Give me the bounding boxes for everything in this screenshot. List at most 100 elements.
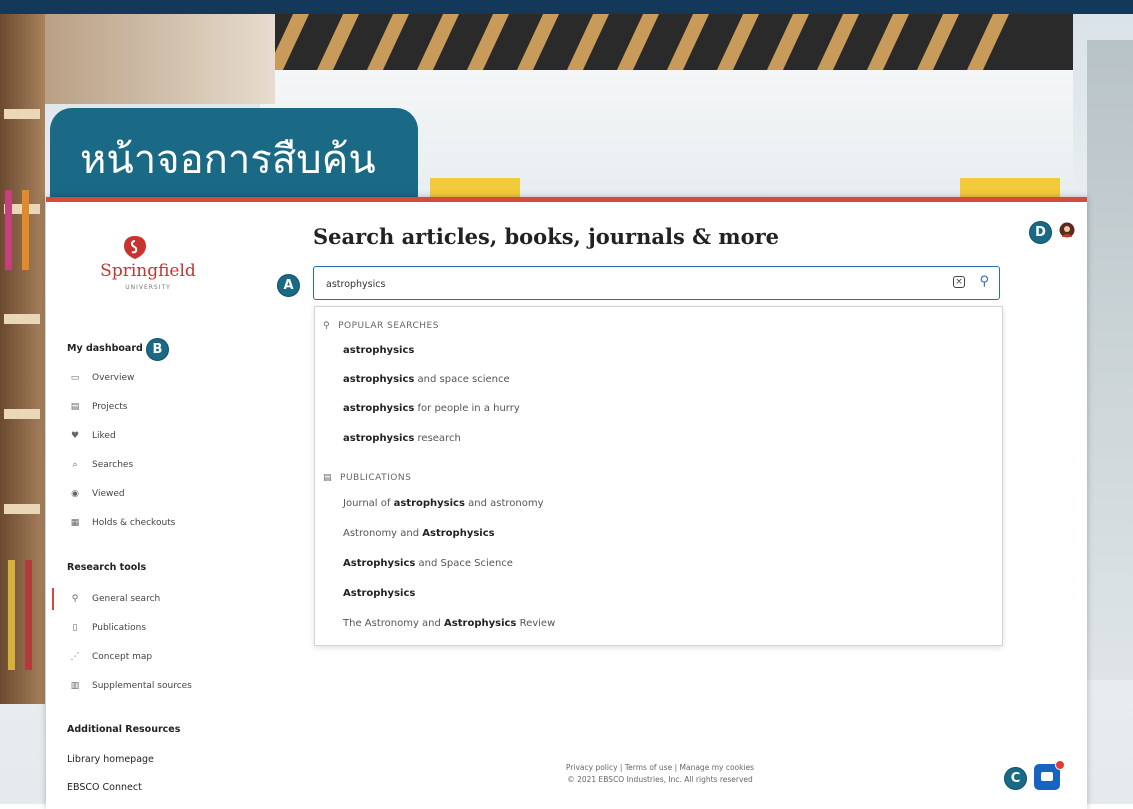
sidebar-item-label: Liked [92, 431, 116, 441]
projects-icon: ▤ [70, 402, 80, 412]
research-tools-heading: Research tools [67, 562, 147, 573]
library-homepage-link[interactable]: Library homepage [67, 754, 154, 765]
sidebar-item-label: Publications [92, 623, 147, 633]
concept-map-icon: ⋰ [70, 652, 80, 662]
bookshelf-top [45, 14, 275, 104]
sidebar-item-label: General search [92, 594, 161, 604]
sidebar-item-label: Searches [92, 460, 134, 470]
window-glass [1087, 40, 1133, 680]
clear-icon[interactable]: × [953, 276, 965, 288]
dashboard-heading: My dashboard [67, 343, 143, 354]
sidebar-item-searches[interactable]: ⌕ Searches [52, 454, 242, 476]
publication-item[interactable]: Astrophysics [343, 588, 415, 599]
sidebar-item-supplemental[interactable]: ▥ Supplemental sources [52, 675, 242, 697]
publications-icon: ▤ [323, 473, 333, 483]
section-label: PUBLICATIONS [340, 473, 412, 483]
popular-searches-heading: ⚲ POPULAR SEARCHES [323, 321, 439, 331]
suggestion-item[interactable]: astrophysics and space science [343, 374, 510, 385]
holds-icon: ▦ [70, 518, 80, 528]
sidebar-item-projects[interactable]: ▤ Projects [52, 396, 242, 418]
publication-match: Astrophysics [444, 618, 517, 629]
university-crest-icon [124, 236, 146, 259]
publication-pre: The Astronomy and [343, 618, 445, 629]
searches-icon: ⌕ [72, 460, 78, 470]
cookies-link[interactable]: Manage my cookies [680, 763, 755, 772]
sidebar-item-label: Concept map [92, 652, 153, 662]
suggestion-match: astrophysics [343, 433, 415, 444]
suggestion-item[interactable]: astrophysics research [343, 433, 461, 444]
suggestion-item[interactable]: astrophysics for people in a hurry [343, 403, 520, 414]
bookshelf-left [0, 14, 45, 704]
notification-dot [1055, 760, 1065, 770]
publication-item[interactable]: Journal of astrophysics and astronomy [343, 498, 544, 509]
supplemental-icon: ▥ [70, 681, 80, 691]
callout-badge-b: B [146, 338, 169, 361]
callout-badge-a: A [277, 274, 300, 297]
callout-badge-d: D [1029, 221, 1052, 244]
publication-item[interactable]: Astrophysics and Space Science [343, 558, 513, 569]
search-icon: ⚲ [71, 594, 79, 604]
search-input[interactable] [324, 273, 888, 295]
sidebar-item-liked[interactable]: ♥ Liked [52, 425, 242, 447]
publication-pre: Journal of [343, 498, 394, 509]
section-label: POPULAR SEARCHES [338, 321, 439, 331]
book-spines [25, 560, 32, 670]
footer-links: Privacy policy | Terms of use | Manage m… [500, 762, 820, 774]
search-bar: × ⚲ [313, 266, 1000, 300]
sidebar-item-holds[interactable]: ▦ Holds & checkouts [52, 512, 242, 534]
terms-link[interactable]: Terms of use [625, 763, 672, 772]
publications-icon: ▯ [72, 623, 78, 633]
sidebar-item-publications[interactable]: ▯ Publications [52, 617, 242, 639]
search-icon[interactable]: ⚲ [979, 274, 989, 289]
publication-rest: and astronomy [464, 498, 544, 509]
publications-heading: ▤ PUBLICATIONS [323, 473, 411, 483]
publication-match: Astrophysics [422, 528, 495, 539]
page-heading: หน้าจอการสืบค้น [80, 137, 376, 183]
sidebar-item-overview[interactable]: ▭ Overview [52, 367, 242, 389]
ebsco-connect-link[interactable]: EBSCO Connect [67, 782, 142, 793]
additional-resources-heading: Additional Resources [67, 724, 181, 735]
publication-match: Astrophysics [343, 558, 416, 569]
book-spines [22, 190, 29, 270]
suggestion-rest: for people in a hurry [414, 403, 520, 414]
sidebar-item-label: Holds & checkouts [92, 518, 176, 528]
footer-separator: | [674, 763, 678, 772]
privacy-link[interactable]: Privacy policy [566, 763, 618, 772]
publication-rest: and Space Science [415, 558, 513, 569]
suggestion-match: astrophysics [343, 374, 415, 385]
footer-separator: | [619, 763, 623, 772]
callout-badge-c: C [1004, 767, 1027, 790]
sidebar-item-label: Supplemental sources [92, 681, 192, 691]
user-avatar-icon[interactable] [1059, 222, 1075, 238]
search-suggestions-dropdown: ⚲ POPULAR SEARCHES astrophysics astrophy… [314, 306, 1003, 646]
overview-icon: ▭ [70, 373, 80, 383]
publication-item[interactable]: Astronomy and Astrophysics [343, 528, 495, 539]
page-title: Search articles, books, journals & more [313, 224, 780, 249]
publication-item[interactable]: The Astronomy and Astrophysics Review [343, 618, 555, 629]
sidebar-item-label: Projects [92, 402, 128, 412]
publication-pre: Astronomy and [343, 528, 423, 539]
sidebar-item-concept-map[interactable]: ⋰ Concept map [52, 646, 242, 668]
book-spines [8, 560, 15, 670]
search-icon: ⚲ [323, 321, 331, 331]
top-banner [0, 0, 1133, 14]
sidebar-item-label: Viewed [92, 489, 125, 499]
ceiling-slats [210, 14, 1073, 70]
suggestion-item[interactable]: astrophysics [343, 345, 414, 356]
suggestion-rest: research [414, 433, 461, 444]
sidebar-item-viewed[interactable]: ◉ Viewed [52, 483, 242, 505]
sidebar-item-general-search[interactable]: ⚲ General search [52, 588, 244, 610]
sidebar-item-label: Overview [92, 373, 135, 383]
book-spines [5, 190, 12, 270]
publication-match: Astrophysics [343, 588, 416, 599]
suggestion-match: astrophysics [343, 345, 415, 356]
suggestion-rest: and space science [414, 374, 510, 385]
logo-name[interactable]: Springfield [88, 261, 208, 281]
heart-icon: ♥ [70, 431, 80, 441]
publication-match: astrophysics [393, 498, 465, 509]
suggestion-match: astrophysics [343, 403, 415, 414]
copyright-text: © 2021 EBSCO Industries, Inc. All rights… [567, 775, 753, 784]
publication-rest: Review [516, 618, 556, 629]
logo-subtitle: UNIVERSITY [125, 284, 171, 291]
eye-icon: ◉ [71, 489, 79, 499]
